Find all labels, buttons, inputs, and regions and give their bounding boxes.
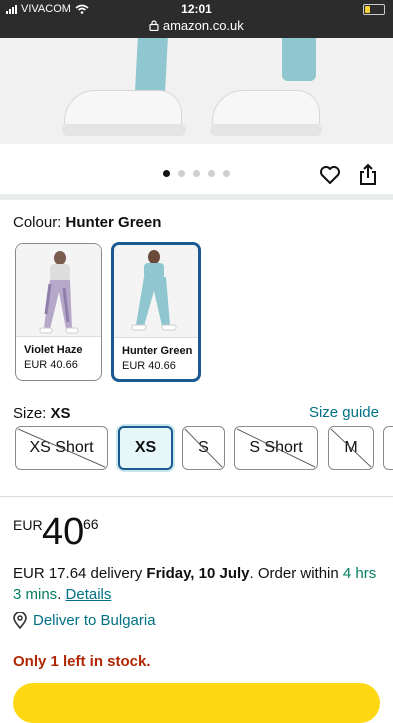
- swatch-name: Hunter Green: [122, 345, 193, 357]
- order-within: . Order within: [249, 565, 339, 582]
- gallery-dot[interactable]: [208, 170, 215, 177]
- product-image[interactable]: [0, 38, 393, 144]
- gallery-controls: [0, 144, 393, 194]
- lock-icon: [149, 20, 159, 32]
- share-icon[interactable]: [356, 163, 380, 187]
- selected-size: XS: [50, 405, 71, 422]
- gallery-dot[interactable]: [193, 170, 200, 177]
- colour-heading: Colour: Hunter Green: [13, 214, 162, 231]
- deliver-to-link[interactable]: Deliver to Bulgaria: [13, 612, 156, 629]
- swatch-image: [114, 245, 198, 337]
- swatch-price: EUR 40.66: [24, 359, 78, 371]
- selected-colour: Hunter Green: [65, 214, 162, 231]
- colour-option-hunter-green[interactable]: Hunter Green EUR 40.66: [111, 242, 201, 382]
- delivery-fee: EUR 17.64 delivery: [13, 565, 143, 582]
- add-to-basket-button[interactable]: [13, 683, 380, 723]
- size-option-xs[interactable]: XS: [118, 426, 173, 470]
- details-link[interactable]: Details: [66, 586, 112, 603]
- swatch-image: [16, 244, 101, 336]
- unavailable-strike: [184, 428, 223, 468]
- colour-option-violet-haze[interactable]: Violet Haze EUR 40.66: [15, 243, 102, 381]
- delivery-info: EUR 17.64 delivery Friday, 10 July. Orde…: [13, 565, 377, 603]
- size-option-m[interactable]: M: [328, 426, 374, 470]
- stock-status: Only 1 left in stock.: [13, 653, 151, 670]
- price-divider: [0, 496, 393, 497]
- swatch-name: Violet Haze: [24, 344, 83, 356]
- price-fraction: 66: [83, 516, 99, 532]
- size-option-s[interactable]: S: [182, 426, 225, 470]
- unavailable-strike: [236, 428, 316, 468]
- price-whole: 40: [42, 511, 85, 553]
- status-bar: VIVACOM 12:01 amazon.co.uk: [0, 0, 393, 38]
- unavailable-strike: [17, 428, 106, 468]
- url-text: amazon.co.uk: [162, 18, 244, 33]
- battery-icon: [363, 4, 385, 15]
- size-heading: Size: XS: [13, 405, 71, 422]
- swatch-price: EUR 40.66: [122, 360, 176, 372]
- clock: 12:01: [181, 2, 212, 16]
- delivery-date: Friday, 10 July: [146, 565, 250, 582]
- location-pin-icon: [13, 612, 27, 629]
- heart-icon[interactable]: [318, 163, 342, 187]
- size-option-more[interactable]: [383, 426, 393, 470]
- price-currency: EUR: [13, 517, 43, 533]
- size-guide-link[interactable]: Size guide: [309, 404, 379, 421]
- gallery-dot[interactable]: [163, 170, 170, 177]
- unavailable-strike: [330, 428, 372, 468]
- deliver-to-text: Deliver to Bulgaria: [33, 612, 156, 629]
- size-option-s-short[interactable]: S Short: [234, 426, 318, 470]
- size-option-xs-short[interactable]: XS Short: [15, 426, 108, 470]
- section-divider: [0, 194, 393, 200]
- url-bar[interactable]: amazon.co.uk: [0, 18, 393, 33]
- gallery-dot[interactable]: [178, 170, 185, 177]
- gallery-dot[interactable]: [223, 170, 230, 177]
